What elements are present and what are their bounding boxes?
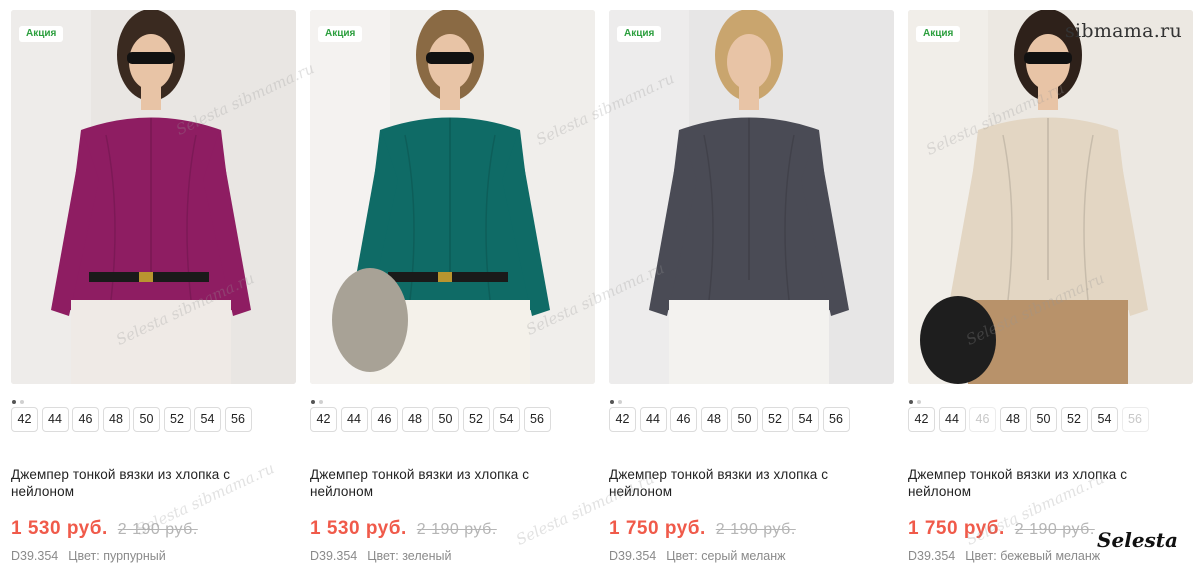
size-option-56[interactable]: 56 [224,407,252,432]
current-price: 1 530 руб. [310,518,407,539]
promo-badge: Акция [19,26,64,42]
carousel-dot-1[interactable] [311,400,315,404]
product-meta: D39.354 Цвет: серый меланж [609,549,785,563]
product-card[interactable]: Акция 42 44 46 48 50 52 54 56 Джемпер тонкой вя… [609,0,895,571]
size-selector: 42 44 46 48 50 52 54 56 [609,407,853,432]
size-option-52[interactable]: 52 [462,407,490,432]
size-option-56[interactable]: 56 [523,407,551,432]
brand-watermark: Selesta [1097,528,1178,552]
product-meta: D39.354 Цвет: пурпурный [11,549,166,563]
size-option-48[interactable]: 48 [401,407,429,432]
product-code: D39.354 [609,549,657,563]
size-option-54[interactable]: 54 [1091,407,1118,432]
promo-badge: Акция [318,26,363,42]
product-card[interactable]: Акция 42 44 46 48 50 52 54 56 Джемпер тонкой вя… [908,0,1194,571]
carousel-dot-2[interactable] [618,400,622,404]
carousel-dot-1[interactable] [610,400,614,404]
photo-carousel-dots[interactable] [909,391,925,404]
current-price: 1 750 руб. [609,518,706,539]
product-title-link[interactable]: Джемпер тонкой вязки из хлопка с нейлоно… [11,466,281,500]
product-card[interactable]: Акция 42 44 46 48 50 52 54 56 Джемпер тонкой вя… [310,0,596,571]
product-title-link[interactable]: Джемпер тонкой вязки из хлопка с нейлоно… [908,466,1178,500]
site-watermark: sibmama.ru [1064,20,1182,42]
size-selector: 42 44 46 48 50 52 54 56 [310,407,554,432]
size-option-42[interactable]: 42 [11,407,38,432]
carousel-dot-2[interactable] [20,400,24,404]
size-selector: 42 44 46 48 50 52 54 56 [908,407,1152,432]
size-option-52[interactable]: 52 [761,407,789,432]
product-title-link[interactable]: Джемпер тонкой вязки из хлопка с нейлоно… [310,466,580,500]
size-option-46[interactable]: 46 [72,407,99,432]
carousel-dot-1[interactable] [12,400,16,404]
carousel-dot-2[interactable] [917,400,921,404]
price-row: 1 530 руб. 2 190 руб. [310,518,497,540]
size-option-48[interactable]: 48 [700,407,728,432]
size-option-42[interactable]: 42 [908,407,935,432]
old-price: 2 190 руб. [715,521,796,538]
size-option-42[interactable]: 42 [609,407,636,432]
size-option-46[interactable]: 46 [670,407,697,432]
product-title-link[interactable]: Джемпер тонкой вязки из хлопка с нейлоно… [609,466,879,500]
carousel-dot-1[interactable] [909,400,913,404]
size-option-46[interactable]: 46 [371,407,398,432]
old-price: 2 190 руб. [1014,521,1095,538]
size-option-54[interactable]: 54 [194,407,221,432]
product-card[interactable]: Акция 42 44 46 48 50 52 54 56 Джемпер тонкой вя… [11,0,297,571]
current-price: 1 530 руб. [11,518,108,539]
product-color: Цвет: бежевый меланж [965,549,1101,563]
promo-badge: Акция [617,26,662,42]
price-row: 1 750 руб. 2 190 руб. [908,518,1095,540]
product-meta: D39.354 Цвет: бежевый меланж [908,549,1100,563]
price-row: 1 530 руб. 2 190 руб. [11,518,198,540]
size-selector: 42 44 46 48 50 52 54 56 [11,407,255,432]
product-code: D39.354 [908,549,956,563]
size-option-50[interactable]: 50 [133,407,160,432]
carousel-dot-2[interactable] [319,400,323,404]
size-option-54[interactable]: 54 [493,407,520,432]
size-option-44[interactable]: 44 [639,407,667,432]
size-option-56[interactable]: 56 [822,407,850,432]
size-option-48[interactable]: 48 [102,407,130,432]
size-option-50[interactable]: 50 [432,407,459,432]
product-code: D39.354 [310,549,358,563]
size-option-50[interactable]: 50 [731,407,758,432]
product-code: D39.354 [11,549,59,563]
size-option-44[interactable]: 44 [41,407,69,432]
photo-carousel-dots[interactable] [610,391,626,404]
size-option-42[interactable]: 42 [310,407,337,432]
old-price: 2 190 руб. [117,521,198,538]
product-meta: D39.354 Цвет: зеленый [310,549,451,563]
size-option-56: 56 [1121,407,1149,432]
size-option-50[interactable]: 50 [1030,407,1057,432]
product-grid: Акция 42 44 46 48 50 52 54 56 Джемпер тонкой вя… [0,0,1200,571]
promo-badge: Акция [916,26,961,42]
size-option-52[interactable]: 52 [163,407,191,432]
product-color: Цвет: пурпурный [68,549,166,563]
size-option-44[interactable]: 44 [938,407,966,432]
product-color: Цвет: серый меланж [666,549,786,563]
old-price: 2 190 руб. [416,521,497,538]
size-option-48[interactable]: 48 [999,407,1027,432]
current-price: 1 750 руб. [908,518,1005,539]
product-photo[interactable]: Акция [908,10,1193,384]
product-color: Цвет: зеленый [367,549,452,563]
size-option-52[interactable]: 52 [1060,407,1088,432]
size-option-46: 46 [969,407,996,432]
size-option-44[interactable]: 44 [340,407,368,432]
photo-carousel-dots[interactable] [311,391,327,404]
product-photo[interactable]: Акция [11,10,296,384]
price-row: 1 750 руб. 2 190 руб. [609,518,796,540]
photo-carousel-dots[interactable] [12,391,28,404]
product-photo[interactable]: Акция [609,10,894,384]
size-option-54[interactable]: 54 [792,407,819,432]
product-photo[interactable]: Акция [310,10,595,384]
